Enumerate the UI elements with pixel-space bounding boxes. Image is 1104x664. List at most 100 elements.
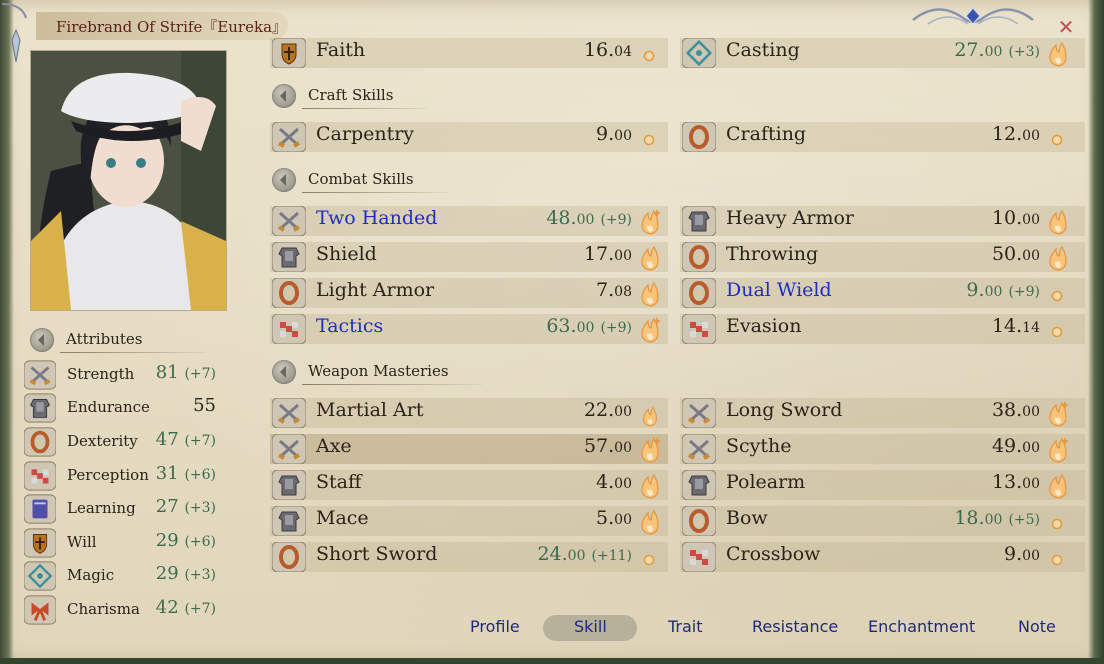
skill-row-scythe[interactable]: Scythe 49.00: [680, 432, 1090, 465]
window-bottom-border: [0, 658, 1104, 664]
attribute-bonus: (+7): [184, 601, 216, 617]
skill-row-heavy-armor[interactable]: Heavy Armor 10.00: [680, 204, 1090, 237]
attribute-row-learning[interactable]: Learning 27 (+3): [23, 492, 224, 524]
potential-dot-icon: [638, 40, 662, 68]
skill-name: Scythe: [726, 435, 792, 457]
potential-flame-icon: [1046, 472, 1070, 500]
ring-icon: [681, 505, 717, 537]
skill-row-bow[interactable]: Bow 18.00 (+5): [680, 504, 1090, 537]
skill-row-casting[interactable]: Casting 27.00 (+3): [680, 36, 1090, 69]
skill-value: 63.00 (+9): [546, 315, 632, 337]
potential-flame-plus-icon: [638, 436, 662, 464]
attribute-label: Magic: [67, 566, 115, 584]
section-arrow-icon: [272, 168, 296, 192]
skill-row-crafting[interactable]: Crafting 12.00: [680, 120, 1090, 153]
shield-icon: [23, 528, 57, 558]
skill-name: Shield: [316, 243, 377, 265]
crossed-swords-icon: [23, 360, 57, 390]
dots-icon: [271, 313, 307, 345]
close-button[interactable]: ✕: [1056, 16, 1076, 38]
skill-value: 50.00: [991, 243, 1040, 265]
armor-icon: [271, 241, 307, 273]
rune-icon: [681, 37, 717, 69]
skill-row-dual-wield[interactable]: Dual Wield 9.00 (+9): [680, 276, 1090, 309]
skill-row-shield[interactable]: Shield 17.00: [270, 240, 670, 273]
potential-dot-icon: [1046, 508, 1070, 536]
skill-row-two-handed[interactable]: Two Handed 48.00 (+9): [270, 204, 670, 237]
attribute-value: 27 (+3): [155, 496, 216, 517]
potential-flame-icon: [638, 280, 662, 308]
skill-row-light-armor[interactable]: Light Armor 7.08: [270, 276, 670, 309]
skill-row-axe[interactable]: Axe 57.00: [270, 432, 670, 465]
skill-bonus: (+9): [600, 320, 632, 336]
skill-row-mace[interactable]: Mace 5.00: [270, 504, 670, 537]
skill-name: Throwing: [726, 243, 819, 265]
tab-trait[interactable]: Trait: [668, 617, 703, 636]
tab-resistance[interactable]: Resistance: [752, 617, 838, 636]
skill-row-carpentry[interactable]: Carpentry 9.00: [270, 120, 670, 153]
skill-name: Staff: [316, 471, 362, 493]
attribute-row-charisma[interactable]: Charisma 42 (+7): [23, 593, 224, 625]
tab-profile[interactable]: Profile: [470, 617, 520, 636]
attribute-row-magic[interactable]: Magic 29 (+3): [23, 559, 224, 591]
armor-icon: [23, 393, 57, 423]
attribute-row-perception[interactable]: Perception 31 (+6): [23, 459, 224, 491]
attribute-label: Endurance: [67, 398, 150, 416]
skill-row-crossbow[interactable]: Crossbow 9.00: [680, 540, 1090, 573]
potential-flame-plus-icon: [1046, 436, 1070, 464]
tab-note[interactable]: Note: [1018, 617, 1056, 636]
dots-icon: [681, 313, 717, 345]
skill-value: 4.00: [596, 471, 632, 493]
skill-row-tactics[interactable]: Tactics 63.00 (+9): [270, 312, 670, 345]
potential-flame-icon: [638, 472, 662, 500]
skill-row-staff[interactable]: Staff 4.00: [270, 468, 670, 501]
armor-icon: [681, 469, 717, 501]
section-arrow-icon: [272, 360, 296, 384]
attribute-bonus: (+6): [184, 534, 216, 550]
skill-name: Crossbow: [726, 543, 821, 565]
skill-name: Axe: [316, 435, 352, 457]
section-underline: [60, 352, 206, 353]
portrait-image: [31, 51, 226, 310]
tab-skill[interactable]: Skill: [574, 617, 607, 636]
attribute-row-dexterity[interactable]: Dexterity 47 (+7): [23, 425, 224, 457]
potential-dot-icon: [638, 124, 662, 152]
skill-name: Mace: [316, 507, 369, 529]
skill-value: 48.00 (+9): [546, 207, 632, 229]
skill-row-throwing[interactable]: Throwing 50.00: [680, 240, 1090, 273]
skill-name: Short Sword: [316, 543, 438, 565]
skill-row-long-sword[interactable]: Long Sword 38.00: [680, 396, 1090, 429]
skill-row-evasion[interactable]: Evasion 14.14: [680, 312, 1090, 345]
skill-value: 57.00: [583, 435, 632, 457]
attribute-bonus: (+6): [184, 467, 216, 483]
ring-icon: [271, 541, 307, 573]
skill-row-faith[interactable]: Faith 16.04: [270, 36, 670, 69]
attribute-value: 55: [193, 395, 216, 416]
attribute-value: 42 (+7): [155, 597, 216, 618]
dots-icon: [23, 461, 57, 491]
potential-flame-icon: [638, 508, 662, 536]
attribute-bonus: (+3): [184, 567, 216, 583]
attribute-label: Charisma: [67, 600, 140, 618]
attribute-label: Will: [67, 533, 97, 551]
crossed-swords-icon: [271, 397, 307, 429]
skill-row-martial-art[interactable]: Martial Art 22.00: [270, 396, 670, 429]
combat-skills-header-label: Combat Skills: [308, 170, 414, 188]
attribute-row-strength[interactable]: Strength 81 (+7): [23, 358, 224, 390]
skill-value: 5.00: [596, 507, 632, 529]
corner-ornament-icon: [1, 3, 27, 63]
ribbon-icon: [23, 595, 57, 625]
potential-dot-icon: [1046, 280, 1070, 308]
skill-name: Polearm: [726, 471, 806, 493]
attribute-row-endurance[interactable]: Endurance 55: [23, 391, 224, 423]
attribute-bonus: (+3): [184, 500, 216, 516]
ring-icon: [681, 241, 717, 273]
potential-flame-plus-icon: [1046, 400, 1070, 428]
skill-row-polearm[interactable]: Polearm 13.00: [680, 468, 1090, 501]
armor-icon: [271, 469, 307, 501]
potential-dot-icon: [1046, 544, 1070, 572]
skill-row-short-sword[interactable]: Short Sword 24.00 (+11): [270, 540, 670, 573]
skill-value: 18.00 (+5): [954, 507, 1040, 529]
tab-enchantment[interactable]: Enchantment: [868, 617, 975, 636]
attribute-row-will[interactable]: Will 29 (+6): [23, 526, 224, 558]
